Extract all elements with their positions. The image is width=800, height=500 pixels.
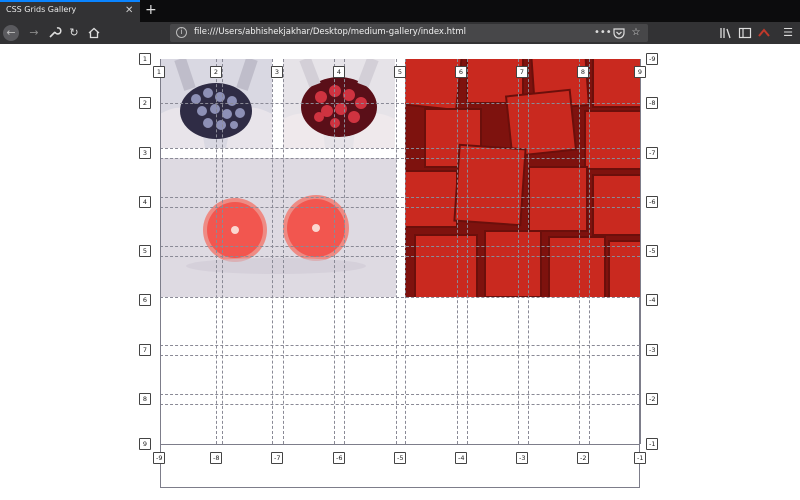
wrench-icon[interactable]: [46, 25, 62, 41]
row-label-left: 8: [139, 393, 151, 405]
grid-line-column-8: [579, 59, 580, 444]
tab-bar: CSS Grids Gallery ✕ +: [0, 0, 800, 22]
grid-line-column-6: [457, 59, 458, 444]
row-label-left: 6: [139, 294, 151, 306]
grid-line-row-9: [160, 444, 640, 445]
grid-line-row-3: [160, 158, 640, 159]
plus-icon[interactable]: +: [145, 1, 157, 19]
grid-line-row-6: [160, 297, 640, 298]
column-label-top: 4: [333, 66, 345, 78]
column-label-bottom: -1: [634, 452, 647, 464]
row-label-right: -6: [646, 196, 659, 208]
row-label-left: 5: [139, 245, 151, 257]
grid-line-column-3: [272, 59, 273, 444]
row-label-left: 2: [139, 97, 151, 109]
grid-line-column-7: [528, 59, 529, 444]
grid-line-column-2: [222, 59, 223, 444]
row-label-right: -7: [646, 147, 659, 159]
watermelon-cubes-photo: [405, 59, 640, 297]
reload-icon[interactable]: ↻: [66, 25, 82, 41]
grid-line-column-5: [405, 59, 406, 444]
pocket-icon[interactable]: [612, 25, 626, 41]
back-arrow-icon[interactable]: ←: [3, 25, 19, 41]
column-label-bottom: -3: [516, 452, 529, 464]
grid-line-row-7: [160, 345, 640, 346]
grid-line-row-2: [160, 103, 640, 104]
grid-line-column-5: [396, 59, 397, 444]
grid-line-column-3: [283, 59, 284, 444]
column-label-bottom: -7: [271, 452, 284, 464]
column-label-bottom: -4: [455, 452, 468, 464]
url-bar[interactable]: i file:///Users/abhishekjakhar/Desktop/m…: [170, 24, 648, 42]
column-label-top: 2: [210, 66, 222, 78]
row-label-right: -4: [646, 294, 659, 306]
grid-line-column-2: [216, 59, 217, 444]
column-label-bottom: -5: [394, 452, 407, 464]
column-label-bottom: -6: [333, 452, 346, 464]
row-label-left: 9: [139, 438, 151, 450]
navigation-toolbar: ← → ↻ i file:///Users/abhishekjakhar/Des…: [0, 22, 800, 44]
row-label-right: -3: [646, 344, 659, 356]
grid-line-row-4: [160, 207, 640, 208]
column-label-top: 1: [153, 66, 165, 78]
bookmark-star-icon[interactable]: ☆: [629, 25, 643, 41]
grid-outline-right: [640, 59, 641, 444]
row-label-left: 4: [139, 196, 151, 208]
row-label-right: -9: [646, 53, 659, 65]
row-label-right: -1: [646, 438, 659, 450]
hamburger-menu-icon[interactable]: ☰: [780, 25, 796, 41]
page-content: 1 2 3 4 5 6 7 8 9 -9 -8 -7 -6 -5 -4 -3 -…: [0, 44, 800, 500]
row-label-right: -2: [646, 393, 659, 405]
column-label-top: 6: [455, 66, 467, 78]
row-label-right: -5: [646, 245, 659, 257]
extension-icon[interactable]: [756, 25, 772, 41]
column-label-top: 9: [634, 66, 646, 78]
forward-arrow-icon[interactable]: →: [26, 25, 42, 41]
grid-line-row-4: [160, 197, 640, 198]
row-label-right: -8: [646, 97, 659, 109]
url-text[interactable]: file:///Users/abhishekjakhar/Desktop/med…: [194, 27, 466, 37]
column-label-top: 5: [394, 66, 406, 78]
sidebar-icon[interactable]: [737, 25, 753, 41]
grid-line-row-8: [160, 404, 640, 405]
grid-line-row-7: [160, 355, 640, 356]
grapefruit-photo: [160, 158, 396, 297]
grid-line-column-4: [334, 59, 335, 444]
grid-line-column-4: [344, 59, 345, 444]
grid-outline-left: [160, 59, 161, 444]
grid-line-column-8: [589, 59, 590, 444]
row-label-left: 7: [139, 344, 151, 356]
row-label-left: 1: [139, 53, 151, 65]
home-icon[interactable]: [86, 25, 102, 41]
tab-title: CSS Grids Gallery: [6, 5, 77, 14]
grid-line-column-7: [518, 59, 519, 444]
grid-line-row-5: [160, 256, 640, 257]
column-label-bottom: -8: [210, 452, 223, 464]
column-label-bottom: -9: [153, 452, 166, 464]
column-label-bottom: -2: [577, 452, 590, 464]
more-actions-icon[interactable]: •••: [594, 25, 612, 41]
library-icon[interactable]: [718, 25, 734, 41]
grid-line-row-5: [160, 246, 640, 247]
grid-line-row-8: [160, 394, 640, 395]
active-tab[interactable]: CSS Grids Gallery ✕: [0, 0, 140, 22]
info-icon[interactable]: i: [176, 27, 187, 38]
grid-line-row-3: [160, 148, 640, 149]
grid-line-column-6: [467, 59, 468, 444]
column-label-top: 3: [271, 66, 283, 78]
column-label-top: 7: [516, 66, 528, 78]
row-label-left: 3: [139, 147, 151, 159]
column-label-top: 8: [577, 66, 589, 78]
close-icon[interactable]: ✕: [125, 4, 133, 18]
